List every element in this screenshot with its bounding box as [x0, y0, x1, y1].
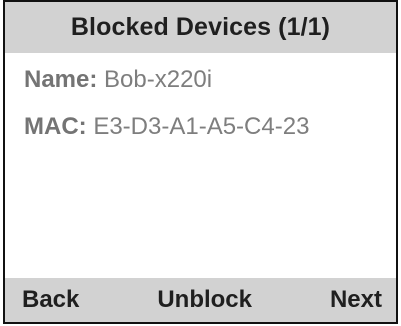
device-name-row: Name: Bob-x220i: [24, 65, 396, 112]
title-bar: Blocked Devices (1/1): [5, 2, 396, 53]
unblock-button[interactable]: Unblock: [157, 286, 252, 314]
back-button[interactable]: Back: [22, 286, 79, 314]
next-button[interactable]: Next: [330, 286, 382, 314]
mac-label: MAC:: [24, 113, 87, 140]
mac-value: E3-D3-A1-A5-C4-23: [93, 113, 310, 140]
device-details: Name: Bob-x220i MAC: E3-D3-A1-A5-C4-23: [5, 53, 396, 159]
name-value: Bob-x220i: [104, 66, 213, 93]
name-label: Name:: [24, 66, 98, 93]
device-screen: Blocked Devices (1/1) Name: Bob-x220i MA…: [3, 0, 398, 324]
softkey-bar: Back Unblock Next: [5, 278, 396, 322]
device-mac-row: MAC: E3-D3-A1-A5-C4-23: [24, 112, 396, 159]
page-title: Blocked Devices (1/1): [70, 13, 331, 41]
